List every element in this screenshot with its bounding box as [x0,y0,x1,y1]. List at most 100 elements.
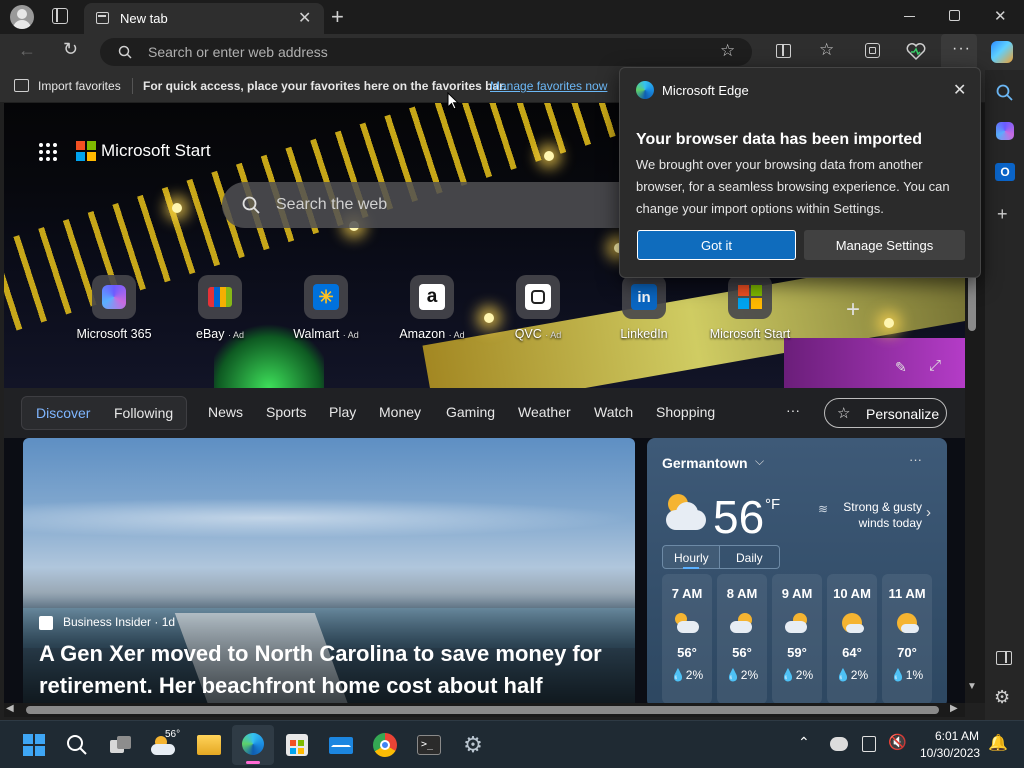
news-card[interactable]: Business Insider · 1d A Gen Xer moved to… [23,438,635,703]
add-sidebar-app-icon[interactable]: + [997,204,1008,225]
weather-location[interactable]: Germantown [662,455,748,471]
hide-sidebar-icon[interactable] [996,651,1012,665]
microsoft-store-icon[interactable] [283,731,311,759]
search-icon[interactable] [63,731,91,759]
weather-alert[interactable]: Strong & gusty winds today [827,499,922,531]
edit-background-icon[interactable]: ✎ [895,359,907,376]
expand-icon[interactable]: ⤢ [929,357,941,374]
onedrive-cloud-icon[interactable] [830,737,848,751]
hourly-forecast-item[interactable]: 8 AM 56° 💧2% [717,574,767,703]
personalize-button[interactable]: ☆ Personalize [824,398,947,428]
terminal-icon[interactable]: >_ [415,731,443,759]
notification-bell-icon[interactable]: 🔔 [988,733,1008,753]
microsoft-start-brand[interactable]: Microsoft Start [101,141,211,161]
refresh-button[interactable]: ↻ [63,39,78,60]
minimize-button[interactable] [904,16,915,17]
settings-and-more-button[interactable]: ··· [941,34,977,70]
tab-hourly[interactable]: Hourly [662,545,720,569]
add-quick-link-button[interactable]: + [846,296,860,324]
hourly-forecast-item[interactable]: 11 AM 70° 💧1% [882,574,932,703]
weather-card[interactable]: Germantown ⌵ ··· 56 °F ≋ Strong & gusty … [647,438,947,703]
scroll-right-arrow-icon[interactable]: ▶ [950,703,958,714]
apps-launcher-icon[interactable] [38,142,58,162]
quick-link-linkedin[interactable]: in LinkedIn [594,275,694,341]
split-screen-icon[interactable] [776,44,791,58]
chrome-icon[interactable] [371,731,399,759]
outlook-icon[interactable]: O [995,163,1015,181]
news-headline[interactable]: A Gen Xer moved to North Carolina to sav… [39,638,629,702]
hourly-forecast-item[interactable]: 10 AM 64° 💧2% [827,574,877,703]
tab-following[interactable]: Following [114,405,173,421]
horizontal-scrollbar-thumb[interactable] [26,706,939,714]
hourly-forecast-item[interactable]: 7 AM 56° 💧2% [662,574,712,703]
nav-gaming[interactable]: Gaming [446,404,495,420]
nav-money[interactable]: Money [379,404,421,420]
quick-link-microsoft-365[interactable]: Microsoft 365 [64,275,164,341]
close-window-button[interactable]: ✕ [994,7,1007,25]
nav-news[interactable]: News [208,404,243,420]
manage-favorites-link[interactable]: Manage favorites now [490,79,607,93]
chevron-right-icon[interactable]: › [926,504,931,521]
search-icon[interactable] [996,84,1013,101]
quick-link-qvc[interactable]: QVC · Ad [488,275,588,341]
settings-gear-icon[interactable]: ⚙ [459,731,487,759]
horizontal-scrollbar[interactable]: ◀ ▶ [4,703,965,717]
add-favorite-star-icon[interactable]: ☆ [720,41,735,61]
back-button[interactable]: ← [18,40,36,61]
quick-link-label: Walmart [293,327,340,341]
tab-actions-icon[interactable] [52,8,68,24]
address-bar[interactable]: Search or enter web address ☆ [100,38,752,66]
microsoft-365-icon [92,275,136,319]
restore-button[interactable] [949,10,960,21]
microsoft-365-icon[interactable] [996,122,1014,140]
clock-date[interactable]: 10/30/2023 [920,746,980,760]
partly-cloudy-night-icon [675,613,699,633]
task-view-icon[interactable] [107,731,135,759]
profile-avatar[interactable] [10,5,34,29]
nav-weather[interactable]: Weather [518,404,571,420]
hourly-forecast-item[interactable]: 9 AM 59° 💧2% [772,574,822,703]
weather-more-button[interactable]: ··· [909,452,922,467]
got-it-button[interactable]: Got it [637,230,796,260]
clock-time[interactable]: 6:01 AM [935,729,979,743]
quick-link-walmart[interactable]: ✳ Walmart · Ad [276,275,376,341]
new-tab-button[interactable]: + [331,4,344,30]
chevron-down-icon[interactable]: ⌵ [755,454,764,469]
nav-shopping[interactable]: Shopping [656,404,715,420]
nav-more-button[interactable]: ··· [786,402,800,418]
favorites-icon[interactable]: ☆ [819,40,834,60]
tab-discover[interactable]: Discover [36,405,90,421]
close-tab-icon[interactable]: ✕ [298,8,311,28]
clipboard-icon[interactable] [862,736,876,752]
file-explorer-icon[interactable] [195,731,223,759]
windows-start-icon[interactable] [20,731,48,759]
quick-link-label: QVC [514,327,542,341]
tab-new-tab[interactable]: New tab ✕ [84,3,324,34]
tab-daily-label: Daily [736,551,763,565]
import-favorites-button[interactable]: Import favorites [38,79,121,93]
feed-toggle: Discover Following [21,396,187,430]
browser-essentials-icon[interactable] [906,43,926,61]
quick-link-amazon[interactable]: a Amazon · Ad [382,275,482,341]
scroll-left-arrow-icon[interactable]: ◀ [6,703,14,714]
sidebar-settings-gear-icon[interactable]: ⚙ [994,687,1010,708]
collections-icon[interactable] [865,43,880,58]
quick-link-ebay[interactable]: eBay · Ad [170,275,270,341]
tab-daily[interactable]: Daily [720,545,780,569]
amazon-icon: a [410,275,454,319]
nav-watch[interactable]: Watch [594,404,633,420]
mail-icon[interactable] [327,731,355,759]
edge-taskbar-button[interactable] [232,725,274,765]
business-insider-logo-icon [39,616,53,630]
quick-link-microsoft-start[interactable]: Microsoft Start [700,275,800,341]
scroll-down-arrow-icon[interactable]: ▼ [967,681,977,692]
show-hidden-icons-chevron-icon[interactable]: ⌃ [798,734,810,751]
manage-settings-button[interactable]: Manage Settings [804,230,965,260]
volume-muted-icon[interactable]: 🔇 [888,733,907,751]
close-dialog-icon[interactable]: ✕ [953,80,966,100]
web-search-box[interactable]: Search the web [222,182,642,228]
copilot-icon[interactable] [991,41,1013,63]
nav-play[interactable]: Play [329,404,356,420]
temperature-unit[interactable]: °F [765,496,780,513]
nav-sports[interactable]: Sports [266,404,306,420]
